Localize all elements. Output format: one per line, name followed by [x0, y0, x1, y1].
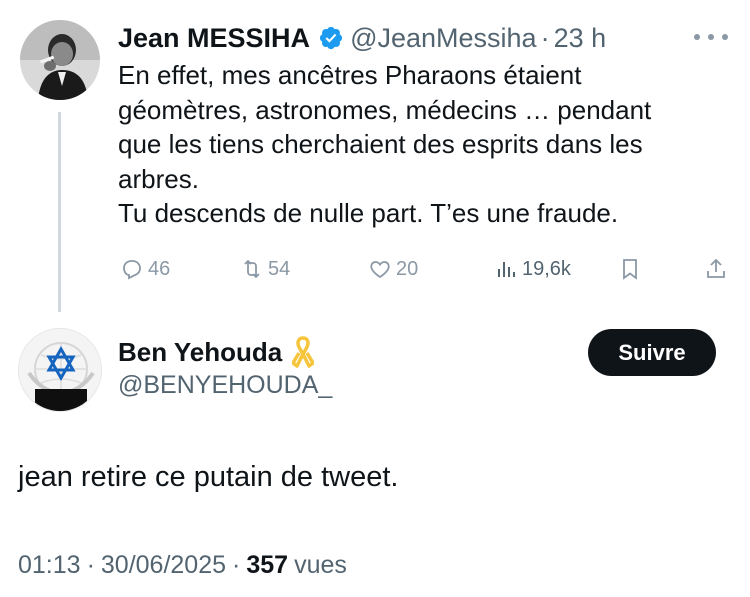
bookmark-button[interactable]: [618, 253, 646, 285]
tweet2-author-row: Ben Yehouda: [118, 334, 315, 370]
repost-icon: [244, 259, 260, 279]
tweet1-header: Jean MESSIHA @JeanMessiha · 23 h: [118, 18, 606, 58]
tweet-text-line: En effet, mes ancêtres Pharaons étaient: [118, 60, 582, 90]
tweet-text-line: arbres.: [118, 163, 199, 194]
views-button[interactable]: 19,6k: [494, 253, 571, 285]
share-icon: [707, 258, 725, 278]
author-handle[interactable]: @JeanMessiha: [350, 23, 537, 54]
tweet-time[interactable]: 01:13: [18, 551, 81, 580]
tweet-text-line: que les tiens cherchaient des esprits da…: [118, 129, 643, 159]
like-button[interactable]: 20: [368, 253, 418, 285]
views-icon: [498, 262, 515, 277]
reply-icon: [123, 260, 141, 280]
tweet-text-line: géomètres, astronomes, médecins … pendan…: [118, 94, 652, 125]
heart-icon: [370, 261, 390, 279]
avatar-jean-messiha[interactable]: [20, 20, 100, 100]
thread-connector-line: [58, 112, 61, 312]
author-handle[interactable]: @BENYEHOUDA_: [118, 371, 332, 400]
bookmark-icon: [623, 259, 637, 280]
tweet-date[interactable]: 30/06/2025: [101, 551, 226, 580]
views-count: 357: [246, 551, 289, 579]
tweet2-meta: 01:13 · 30/06/2025 · 357 vues: [18, 551, 347, 580]
tweet2-text: jean retire ce putain de tweet.: [18, 461, 399, 493]
tweet-text-line: Tu descends de nulle part. T’es une frau…: [118, 198, 619, 228]
verified-badge-icon: [318, 25, 344, 51]
timestamp[interactable]: 23 h: [554, 23, 607, 54]
follow-button[interactable]: Suivre: [588, 329, 716, 376]
reply-button[interactable]: 46: [120, 253, 170, 285]
views-label: vues: [294, 551, 347, 579]
share-button[interactable]: [704, 253, 732, 285]
more-icon[interactable]: [694, 26, 728, 48]
views-count: 19,6k: [522, 257, 571, 280]
like-count: 20: [396, 257, 419, 280]
repost-count: 54: [268, 257, 291, 280]
separator: ·: [86, 551, 95, 579]
separator: ·: [540, 22, 550, 53]
author-name[interactable]: Ben Yehouda: [118, 337, 282, 368]
avatar-ben-yehouda[interactable]: [18, 328, 102, 412]
author-name[interactable]: Jean MESSIHA: [118, 23, 310, 54]
tweet1-action-bar: 46 54 20 19,6k: [116, 253, 728, 285]
reply-count: 46: [148, 257, 171, 280]
repost-button[interactable]: 54: [240, 253, 290, 285]
yellow-ribbon-icon: [292, 336, 315, 368]
tweet1-text: En effet, mes ancêtres Pharaons étaient …: [118, 58, 728, 231]
separator: ·: [232, 551, 241, 579]
